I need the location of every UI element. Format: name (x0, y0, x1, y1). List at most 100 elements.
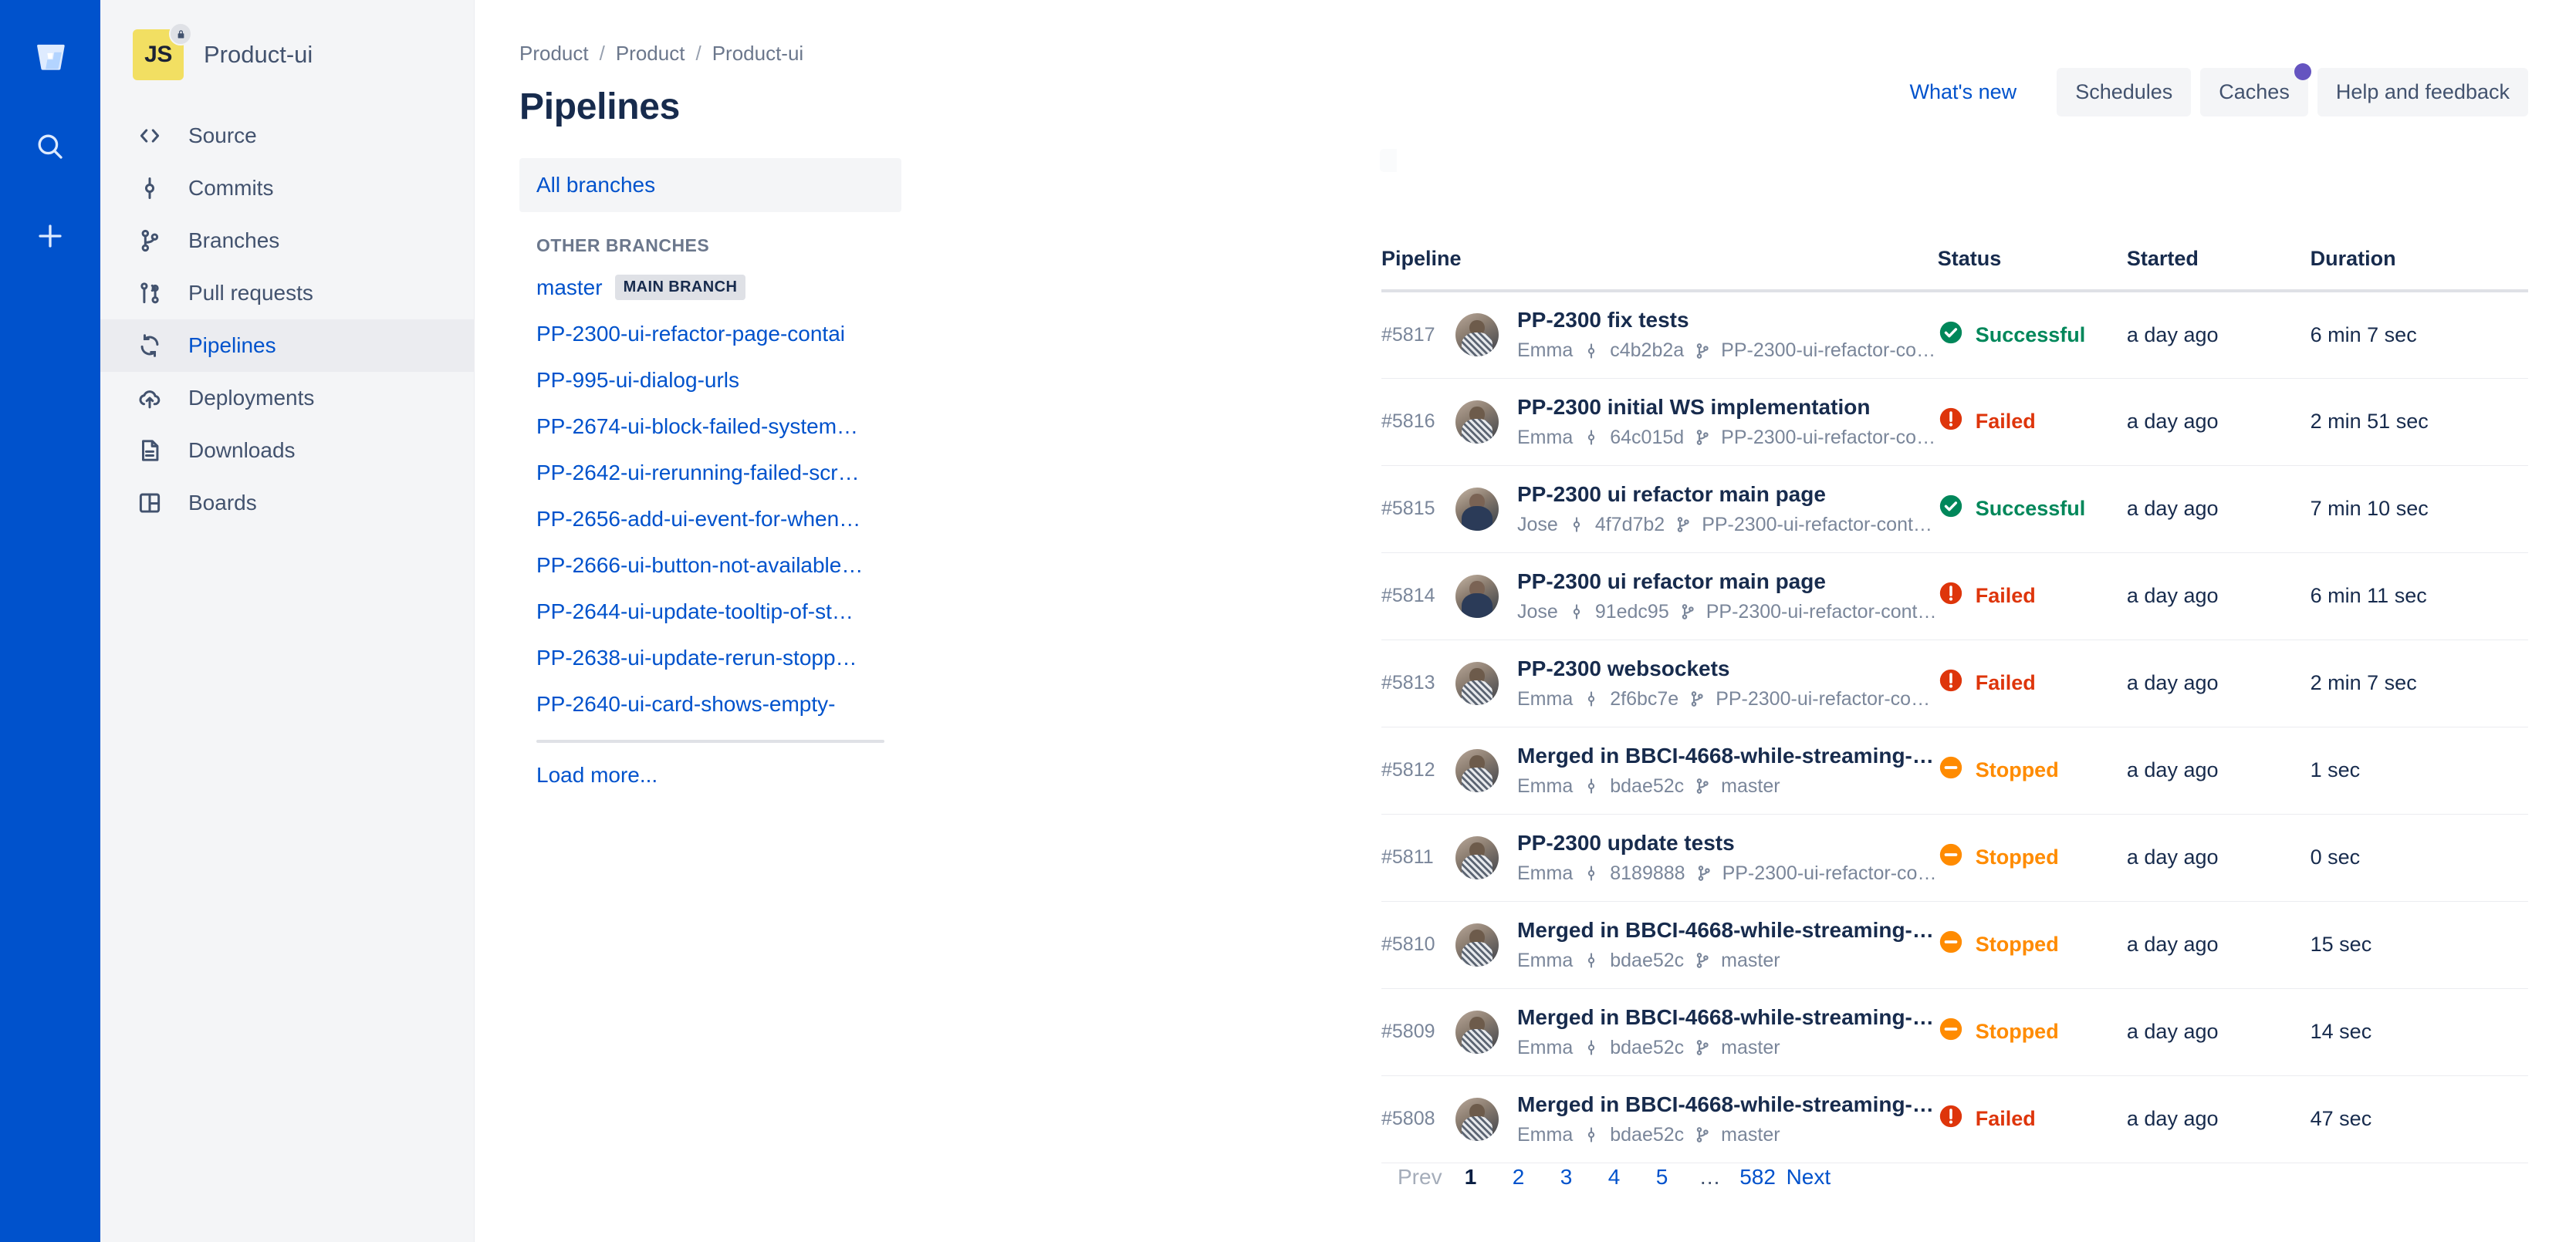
pipeline-commit-hash[interactable]: 64c015d (1610, 427, 1684, 449)
pagination-prev[interactable]: Prev (1393, 1157, 1447, 1197)
table-row[interactable]: #5817 PP-2300 fix tests Emma c4b2b2a PP-2300… (1381, 291, 2528, 379)
pipeline-branch[interactable]: master (1721, 1124, 1780, 1146)
breadcrumb-item-3[interactable]: Product-ui (712, 42, 804, 66)
pipeline-title[interactable]: PP-2300 ui refactor main page (1517, 482, 1938, 507)
pipeline-title[interactable]: Merged in BBCI-4668-while-streaming-ui-i… (1517, 744, 1938, 768)
sidebar-item-deployments[interactable]: Deployments (100, 372, 474, 424)
sidebar-item-pipelines[interactable]: Pipelines (100, 319, 474, 372)
table-row[interactable]: #5815 PP-2300 ui refactor main page Jose 4f… (1381, 465, 2528, 553)
cell-pipeline[interactable]: #5813 PP-2300 websockets Emma 2f6bc7e PP-230… (1381, 640, 1938, 727)
branch-item-master[interactable]: master MAIN BRANCH (519, 264, 901, 311)
branch-item[interactable]: PP-2640-ui-card-shows-empty- (519, 681, 901, 727)
branch-item-label: master (536, 275, 603, 299)
pagination-page-5[interactable]: 5 (1638, 1157, 1686, 1197)
pipeline-branch[interactable]: PP-2300-ui-refactor-containe… (1706, 601, 1938, 623)
pagination-page-last[interactable]: 582 (1734, 1157, 1782, 1197)
pagination-page-4[interactable]: 4 (1591, 1157, 1638, 1197)
pipeline-commit-hash[interactable]: bdae52c (1610, 775, 1684, 798)
branch-item[interactable]: PP-2644-ui-update-tooltip-of-st… (519, 589, 901, 635)
cell-pipeline[interactable]: #5817 PP-2300 fix tests Emma c4b2b2a PP-2300… (1381, 291, 1938, 379)
help-and-feedback-button[interactable]: Help and feedback (2317, 68, 2528, 116)
branch-icon (1693, 1126, 1712, 1144)
breadcrumb-separator: / (695, 42, 701, 65)
branch-filter-all-branches[interactable]: All branches (519, 158, 901, 212)
pagination-page-3[interactable]: 3 (1543, 1157, 1591, 1197)
cell-started: a day ago (2126, 1075, 2311, 1163)
table-row[interactable]: #5813 PP-2300 websockets Emma 2f6bc7e PP-230… (1381, 640, 2528, 727)
pipeline-commit-hash[interactable]: bdae52c (1610, 1037, 1684, 1059)
pipeline-branch[interactable]: PP-2300-ui-refactor-containe… (1716, 688, 1938, 710)
table-row[interactable]: #5816 PP-2300 initial WS implementation Em… (1381, 378, 2528, 466)
pipeline-branch[interactable]: master (1721, 775, 1780, 798)
branch-item[interactable]: PP-2638-ui-update-rerun-stopp… (519, 635, 901, 681)
pipeline-commit-hash[interactable]: 91edc95 (1595, 601, 1669, 623)
sidebar-item-source[interactable]: Source (100, 110, 474, 162)
load-more-branches-link[interactable]: Load more... (519, 743, 901, 808)
cell-pipeline[interactable]: #5809 Merged in BBCI-4668-while-streaming… (1381, 988, 1938, 1076)
sidebar-item-boards[interactable]: Boards (100, 477, 474, 529)
cell-pipeline[interactable]: #5812 Merged in BBCI-4668-while-streaming… (1381, 727, 1938, 815)
pipeline-title[interactable]: PP-2300 ui refactor main page (1517, 569, 1938, 594)
table-row[interactable]: #5814 PP-2300 ui refactor main page Jose 91… (1381, 552, 2528, 640)
build-number: #5810 (1381, 933, 1435, 955)
pipeline-commit-hash[interactable]: 8189888 (1610, 862, 1685, 885)
pagination-next[interactable]: Next (1782, 1157, 1836, 1197)
pipeline-branch[interactable]: master (1721, 1037, 1780, 1059)
pipeline-title[interactable]: PP-2300 fix tests (1517, 308, 1938, 332)
status-label: Stopped (1975, 845, 2059, 869)
search-icon[interactable] (22, 119, 78, 174)
branch-item[interactable]: PP-2642-ui-rerunning-failed-scr… (519, 450, 901, 496)
bitbucket-logo-icon[interactable] (22, 29, 78, 85)
pipeline-commit-hash[interactable]: bdae52c (1610, 950, 1684, 972)
table-row[interactable]: #5812 Merged in BBCI-4668-while-streaming… (1381, 727, 2528, 815)
pipeline-branch[interactable]: PP-2300-ui-refactor-containe… (1722, 862, 1938, 885)
sidebar-item-branches[interactable]: Branches (100, 214, 474, 267)
pipeline-commit-hash[interactable]: 2f6bc7e (1610, 688, 1678, 710)
pipeline-title[interactable]: PP-2300 websockets (1517, 656, 1938, 681)
caches-button[interactable]: Caches (2200, 63, 2311, 116)
cell-pipeline[interactable]: #5810 Merged in BBCI-4668-while-streaming… (1381, 901, 1938, 989)
schedules-button[interactable]: Schedules (2057, 68, 2192, 116)
pipeline-commit-hash[interactable]: bdae52c (1610, 1124, 1684, 1146)
pipeline-title[interactable]: Merged in BBCI-4668-while-streaming-ui-i… (1517, 1005, 1938, 1030)
pipeline-title[interactable]: Merged in BBCI-4668-while-streaming-ui-i… (1517, 1092, 1938, 1117)
sidebar-item-pull-requests[interactable]: Pull requests (100, 267, 474, 319)
table-row[interactable]: #5809 Merged in BBCI-4668-while-streaming… (1381, 988, 2528, 1076)
pipeline-title[interactable]: PP-2300 initial WS implementation (1517, 395, 1938, 420)
started-value: a day ago (2126, 845, 2219, 869)
downloads-icon (134, 437, 165, 464)
branch-item[interactable]: PP-2656-add-ui-event-for-when… (519, 496, 901, 542)
pipeline-title[interactable]: PP-2300 update tests (1517, 831, 1938, 856)
breadcrumb-item-1[interactable]: Product (519, 42, 589, 66)
sidebar-item-downloads[interactable]: Downloads (100, 424, 474, 477)
cell-duration: 1 sec (2310, 727, 2528, 815)
cell-started: a day ago (2126, 378, 2311, 466)
branch-item[interactable]: PP-2300-ui-refactor-page-contai (519, 311, 901, 357)
table-row[interactable]: #5810 Merged in BBCI-4668-while-streaming… (1381, 901, 2528, 989)
pipeline-branch[interactable]: master (1721, 950, 1780, 972)
pipeline-branch[interactable]: PP-2300-ui-refactor-containe… (1702, 514, 1938, 536)
project-header[interactable]: JS Product-ui (100, 20, 474, 89)
branch-item[interactable]: PP-2666-ui-button-not-available… (519, 542, 901, 589)
breadcrumb-item-2[interactable]: Product (616, 42, 685, 66)
cell-pipeline[interactable]: #5815 PP-2300 ui refactor main page Jose 4f… (1381, 465, 1938, 553)
pipeline-branch[interactable]: PP-2300-ui-refactor-containe… (1721, 339, 1938, 362)
branch-item[interactable]: PP-995-ui-dialog-urls (519, 357, 901, 403)
duration-value: 1 sec (2310, 758, 2361, 781)
cell-pipeline[interactable]: #5814 PP-2300 ui refactor main page Jose 91… (1381, 552, 1938, 640)
sidebar-item-commits[interactable]: Commits (100, 162, 474, 214)
whats-new-link[interactable]: What's new (1909, 80, 2017, 104)
table-row[interactable]: #5808 Merged in BBCI-4668-while-streaming… (1381, 1075, 2528, 1163)
pagination-page-2[interactable]: 2 (1495, 1157, 1543, 1197)
pipeline-commit-hash[interactable]: 4f7d7b2 (1595, 514, 1665, 536)
table-row[interactable]: #5811 PP-2300 update tests Emma 8189888 PP-2… (1381, 814, 2528, 902)
pipeline-title[interactable]: Merged in BBCI-4668-while-streaming-ui-i… (1517, 918, 1938, 943)
branch-item[interactable]: PP-2674-ui-block-failed-system… (519, 403, 901, 450)
create-icon[interactable] (22, 208, 78, 264)
pipeline-commit-hash[interactable]: c4b2b2a (1610, 339, 1684, 362)
cell-pipeline[interactable]: #5816 PP-2300 initial WS implementation Em… (1381, 378, 1938, 466)
cell-pipeline[interactable]: #5811 PP-2300 update tests Emma 8189888 PP-2… (1381, 814, 1938, 902)
cell-started: a day ago (2126, 552, 2311, 640)
pipeline-branch[interactable]: PP-2300-ui-refactor-containe… (1721, 427, 1938, 449)
cell-pipeline[interactable]: #5808 Merged in BBCI-4668-while-streaming… (1381, 1075, 1938, 1163)
